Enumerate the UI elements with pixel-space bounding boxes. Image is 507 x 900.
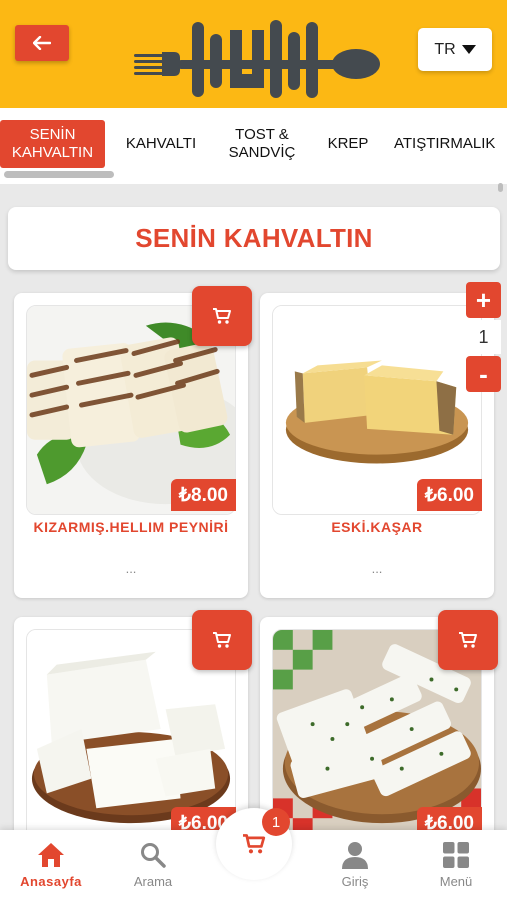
home-icon [38, 843, 64, 867]
tabs-scrollbar[interactable] [4, 171, 114, 178]
tab-senin-kahvaltin[interactable]: SENİN KAHVALTIN [0, 120, 105, 168]
increment-button[interactable]: + [466, 282, 501, 318]
page-scrollbar[interactable] [498, 183, 503, 192]
nav-giris[interactable]: Giriş [310, 840, 400, 889]
tab-atistirmalik[interactable]: ATIŞTIRMALIK [394, 120, 507, 168]
cart-count-badge: 1 [262, 808, 290, 836]
product-name: ESKİ.KAŞAR [331, 519, 423, 535]
tab-krep[interactable]: KREP [320, 120, 376, 168]
tab-kahvalti[interactable]: KAHVALTI [118, 120, 204, 168]
app-header: TR [0, 0, 507, 108]
decrement-button[interactable]: - [466, 356, 501, 392]
grid-icon [443, 842, 469, 868]
product-description: ... [371, 561, 383, 576]
tab-tost-sandvic[interactable]: TOST & SANDVİÇ [222, 120, 302, 168]
section-title: SENİN KAHVALTIN [8, 207, 500, 270]
language-label: TR [434, 40, 456, 58]
cart-icon [213, 632, 231, 648]
nav-menu[interactable]: Menü [411, 840, 501, 889]
arrow-left-icon [33, 36, 51, 50]
nav-arama[interactable]: Arama [108, 840, 198, 889]
product-description: ... [125, 561, 137, 576]
add-to-cart-button[interactable] [438, 610, 498, 670]
tab-label: ATIŞTIRMALIK [394, 135, 496, 152]
nav-label: Anasayfa [20, 874, 82, 889]
price-badge: ₺8.00 [170, 479, 236, 511]
back-button[interactable] [15, 25, 69, 61]
quantity-stepper[interactable]: + 1 - [466, 282, 501, 392]
quantity-value: 1 [466, 320, 501, 354]
search-icon [141, 843, 166, 868]
caret-down-icon [461, 45, 476, 54]
product-card[interactable]: ₺6.00 ESKİ.KAŞAR ... [260, 293, 494, 598]
add-to-cart-button[interactable] [192, 286, 252, 346]
add-to-cart-button[interactable] [192, 610, 252, 670]
cart-icon [243, 834, 266, 854]
tab-label: TOST & SANDVİÇ [228, 126, 296, 161]
nav-label: Giriş [341, 874, 369, 889]
cart-icon [459, 632, 477, 648]
product-name: KIZARMIŞ.HELLIM PEYNİRİ [33, 519, 229, 535]
nav-label: Menü [439, 874, 473, 889]
language-selector[interactable]: TR [418, 28, 492, 71]
nav-anasayfa[interactable]: Anasayfa [6, 840, 96, 889]
tab-label: KAHVALTI [125, 135, 197, 152]
fork-knife-logo-icon [134, 20, 380, 98]
user-icon [342, 842, 368, 869]
tab-label: SENİN KAHVALTIN [11, 126, 94, 161]
nav-label: Arama [133, 874, 173, 889]
cart-icon [213, 308, 231, 324]
tab-label: KREP [327, 135, 369, 152]
price-badge: ₺6.00 [416, 479, 482, 511]
